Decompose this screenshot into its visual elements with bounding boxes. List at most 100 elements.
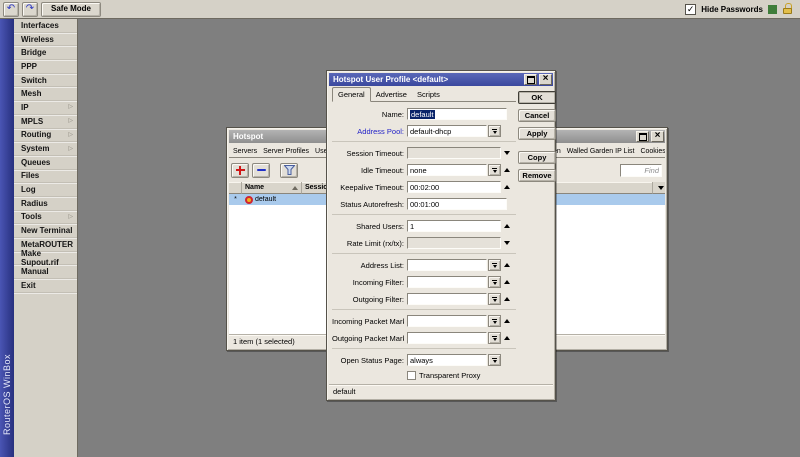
sidebar-item-interfaces[interactable]: Interfaces	[14, 19, 77, 33]
sidebar-item-mpls[interactable]: MPLS▷	[14, 115, 77, 129]
column-header-name[interactable]: Name	[242, 182, 302, 194]
address-list-input[interactable]	[407, 259, 487, 271]
close-button[interactable]: ×	[539, 74, 552, 85]
copy-button[interactable]: Copy	[518, 151, 556, 164]
tab-advertise[interactable]: Advertise	[371, 88, 412, 101]
incoming-filter-dropdown-button[interactable]	[488, 276, 501, 288]
tab-servers[interactable]: Servers	[230, 146, 260, 157]
shared-users-input[interactable]: 1	[407, 220, 501, 232]
maximize-button[interactable]	[524, 74, 537, 85]
safe-mode-button[interactable]: Safe Mode	[41, 2, 101, 17]
sidebar-item-mesh[interactable]: Mesh	[14, 87, 77, 101]
outgoing-packet-mark-dropdown-button[interactable]	[488, 332, 501, 344]
transparent-proxy-checkbox[interactable]	[407, 371, 416, 380]
outgoing-filter-collapse-arrow-icon[interactable]	[504, 297, 510, 301]
sidebar-item-files[interactable]: Files	[14, 170, 77, 184]
transparent-proxy-label: Transparent Proxy	[419, 371, 480, 380]
tab-scripts[interactable]: Scripts	[412, 88, 445, 101]
open-status-page-input[interactable]: always	[407, 354, 487, 366]
maximize-icon	[527, 76, 535, 84]
field-row-outgoing-packet-mark: Outgoing Packet Mark:	[332, 332, 516, 344]
idle-timeout-collapse-arrow-icon[interactable]	[504, 168, 510, 172]
tab-general[interactable]: General	[332, 87, 371, 102]
sidebar-item-radius[interactable]: Radius	[14, 197, 77, 211]
sidebar-item-system[interactable]: System▷	[14, 142, 77, 156]
status-autorefresh-label: Status Autorefresh:	[332, 200, 404, 209]
keepalive-timeout-collapse-arrow-icon[interactable]	[504, 185, 510, 189]
dialog-titlebar[interactable]: Hotspot User Profile <default> ×	[329, 73, 553, 86]
hide-passwords-checkbox[interactable]: ✓	[685, 4, 696, 15]
apply-button[interactable]: Apply	[518, 127, 556, 140]
sidebar-item-label: New Terminal	[21, 226, 72, 235]
sidebar-item-wireless[interactable]: Wireless	[14, 33, 77, 47]
undo-button[interactable]: ↶	[3, 2, 19, 17]
sidebar-item-label: Exit	[21, 281, 36, 290]
add-button[interactable]	[231, 163, 249, 178]
sidebar-item-tools[interactable]: Tools▷	[14, 211, 77, 225]
find-input[interactable]	[620, 164, 662, 177]
sidebar-item-label: Switch	[21, 76, 47, 85]
sidebar-item-log[interactable]: Log	[14, 183, 77, 197]
transparent-proxy-row: Transparent Proxy	[407, 369, 516, 381]
session-timeout-expand-arrow-icon[interactable]	[504, 151, 510, 155]
winbox-app: ↶ ↷ Safe Mode ✓ Hide Passwords RouterOS …	[0, 0, 800, 457]
incoming-filter-input[interactable]	[407, 276, 487, 288]
sidebar-item-routing[interactable]: Routing▷	[14, 129, 77, 143]
sidebar-item-manual[interactable]: Manual	[14, 265, 77, 279]
tab-server-profiles[interactable]: Server Profiles	[260, 146, 312, 157]
outgoing-filter-dropdown-button[interactable]	[488, 293, 501, 305]
sidebar-item-label: Make Supout.rif	[21, 249, 73, 267]
sidebar-item-label: PPP	[21, 62, 37, 71]
cancel-button[interactable]: Cancel	[518, 109, 556, 122]
close-button[interactable]: ×	[651, 131, 664, 142]
field-row-name: Name:default	[332, 108, 516, 120]
sidebar-item-bridge[interactable]: Bridge	[14, 46, 77, 60]
incoming-packet-mark-collapse-arrow-icon[interactable]	[504, 319, 510, 323]
sidebar-item-exit[interactable]: Exit	[14, 279, 77, 293]
idle-timeout-input[interactable]: none	[407, 164, 487, 176]
incoming-packet-mark-dropdown-button[interactable]	[488, 315, 501, 327]
dialog-button-column: OK Cancel Apply Copy Remove	[518, 87, 556, 384]
address-list-collapse-arrow-icon[interactable]	[504, 263, 510, 267]
hotspot-window-controls: ×	[636, 131, 664, 142]
outgoing-filter-input[interactable]	[407, 293, 487, 305]
sidebar-item-ppp[interactable]: PPP	[14, 60, 77, 74]
incoming-filter-collapse-arrow-icon[interactable]	[504, 280, 510, 284]
address-pool-input[interactable]: default-dhcp	[407, 125, 487, 137]
name-input[interactable]: default	[407, 108, 507, 120]
maximize-button[interactable]	[636, 131, 649, 142]
sidebar-item-label: MetaROUTER	[21, 240, 73, 249]
sidebar-item-switch[interactable]: Switch	[14, 74, 77, 88]
address-pool-dropdown-button[interactable]	[488, 125, 501, 137]
redo-button[interactable]: ↷	[22, 2, 38, 17]
session-timeout-label: Session Timeout:	[332, 149, 404, 158]
sidebar-item-ip[interactable]: IP▷	[14, 101, 77, 115]
remove-button[interactable]	[252, 163, 270, 178]
field-row-outgoing-filter: Outgoing Filter:	[332, 293, 516, 305]
dropdown-bar-icon	[492, 168, 497, 169]
tab-walled-garden-ip-list[interactable]: Walled Garden IP List	[564, 146, 638, 157]
open-status-page-dropdown-button[interactable]	[488, 354, 501, 366]
address-list-dropdown-button[interactable]	[488, 259, 501, 271]
idle-timeout-dropdown-button[interactable]	[488, 164, 501, 176]
outgoing-packet-mark-input[interactable]	[407, 332, 487, 344]
outgoing-packet-mark-collapse-arrow-icon[interactable]	[504, 336, 510, 340]
filter-button[interactable]	[280, 163, 298, 178]
remove-button[interactable]: Remove	[518, 169, 556, 182]
ok-button[interactable]: OK	[518, 91, 556, 104]
field-row-idle-timeout: Idle Timeout:none	[332, 164, 516, 176]
sidebar-item-new-terminal[interactable]: New Terminal	[14, 224, 77, 238]
sidebar-item-queues[interactable]: Queues	[14, 156, 77, 170]
sidebar-item-label: Wireless	[21, 35, 54, 44]
rate-limit-rx-tx-expand-arrow-icon[interactable]	[504, 241, 510, 245]
dropdown-triangle-icon	[493, 265, 497, 268]
column-select-button[interactable]	[652, 182, 665, 194]
tab-cookies[interactable]: Cookies	[637, 146, 665, 157]
shared-users-collapse-arrow-icon[interactable]	[504, 224, 510, 228]
selected-text: default	[410, 110, 435, 119]
dropdown-triangle-icon	[493, 321, 497, 324]
keepalive-timeout-input[interactable]: 00:02:00	[407, 181, 501, 193]
status-autorefresh-input[interactable]: 00:01:00	[407, 198, 507, 210]
incoming-packet-mark-input[interactable]	[407, 315, 487, 327]
sidebar-item-make-supout-rif[interactable]: Make Supout.rif	[14, 252, 77, 266]
